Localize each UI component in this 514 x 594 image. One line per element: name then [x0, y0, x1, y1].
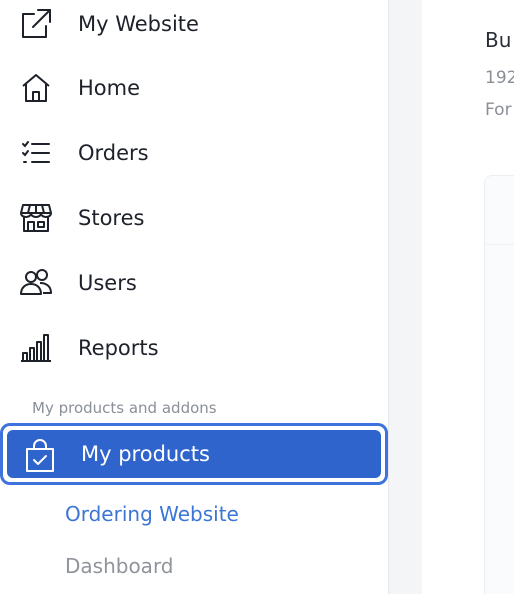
external-link-icon [18, 6, 54, 42]
sidebar-item-my-products-focus-ring: My products [0, 423, 388, 485]
business-detail-1: 192 [485, 68, 514, 88]
sidebar: My Website Home Orders Stores Users Repo… [0, 0, 389, 594]
users-icon [18, 265, 54, 301]
section-label: My products and addons [32, 399, 217, 417]
sidebar-item-label: Stores [78, 206, 145, 230]
store-icon [18, 200, 54, 236]
bar-chart-icon [18, 330, 54, 366]
sidebar-item-label: Orders [78, 141, 149, 165]
sidebar-item-label: Users [78, 271, 137, 295]
sidebar-item-label: Reports [78, 336, 159, 360]
sidebar-item-stores[interactable]: Stores [0, 192, 388, 244]
sidebar-item-label: My Website [78, 12, 199, 36]
sidebar-item-orders[interactable]: Orders [0, 127, 388, 179]
shopping-bag-check-icon [23, 438, 57, 474]
sidebar-item-users[interactable]: Users [0, 257, 388, 309]
sidebar-item-my-products[interactable]: My products [7, 430, 381, 478]
sidebar-item-my-website[interactable]: My Website [0, 0, 388, 50]
sidebar-item-label: My products [81, 442, 210, 466]
subitem-dashboard[interactable]: Dashboard [65, 554, 174, 578]
home-icon [18, 70, 54, 106]
sidebar-item-home[interactable]: Home [0, 62, 388, 114]
subitem-ordering-website[interactable]: Ordering Website [65, 502, 239, 526]
sidebar-item-reports[interactable]: Reports [0, 322, 388, 374]
business-name: Bu [485, 28, 512, 52]
card-header [485, 176, 514, 245]
content-card [484, 175, 514, 594]
business-detail-2: For [485, 100, 512, 120]
list-icon [18, 135, 54, 171]
sidebar-item-label: Home [78, 76, 141, 100]
main-content: Bu 192 For [422, 0, 514, 594]
